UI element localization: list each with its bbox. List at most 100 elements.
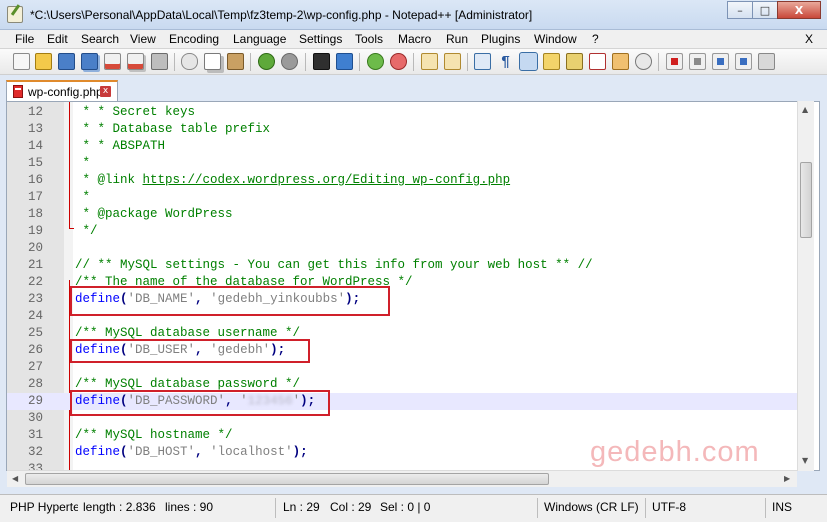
new-file-icon[interactable] (13, 53, 30, 70)
toolbar-separator (359, 53, 360, 71)
record-macro-icon[interactable] (666, 53, 683, 70)
redo-icon[interactable] (281, 53, 298, 70)
show-all-chars-icon[interactable]: ¶ (497, 53, 514, 70)
menu-settings[interactable]: Settings (299, 32, 342, 46)
line-number: 16 (27, 173, 43, 187)
save-all-icon[interactable] (81, 53, 98, 70)
copy-icon[interactable] (204, 53, 221, 70)
close-icon[interactable] (104, 53, 121, 70)
window-title: *C:\Users\Personal\AppData\Local\Temp\fz… (30, 8, 533, 22)
code-token: * @package WordPress (75, 207, 233, 221)
menu-file[interactable]: File (15, 32, 34, 46)
line-number: 30 (27, 411, 43, 425)
tab-wp-config[interactable]: wp-config.php x (6, 80, 118, 101)
code-text: define('DB_HOST', 'localhost'); (75, 444, 308, 461)
user-language-icon[interactable] (543, 53, 560, 70)
code-line[interactable]: 13 * * Database table prefix (7, 121, 797, 138)
stop-macro-icon[interactable] (689, 53, 706, 70)
maximize-button[interactable]: □ (752, 1, 778, 19)
sync-vertical-icon[interactable] (421, 53, 438, 70)
line-number: 18 (27, 207, 43, 221)
code-token: /** MySQL database username */ (75, 326, 301, 340)
monitoring-icon[interactable] (635, 53, 652, 70)
vertical-scroll-thumb[interactable] (800, 162, 812, 238)
code-line[interactable]: 18 * @package WordPress (7, 206, 797, 223)
code-text: /** MySQL hostname */ (75, 427, 233, 444)
php-file-icon (13, 85, 23, 98)
code-line[interactable]: 12 * * Secret keys (7, 104, 797, 121)
close-window-button[interactable]: X (777, 1, 821, 19)
zoom-in-icon[interactable] (367, 53, 384, 70)
scroll-right-icon[interactable]: ▶ (784, 474, 790, 483)
code-token: // ** MySQL settings - You can get this … (75, 258, 593, 272)
code-text: * (75, 189, 91, 206)
code-line[interactable]: 15 * (7, 155, 797, 172)
menu-bar: File Edit Search View Encoding Language … (0, 30, 827, 49)
code-line[interactable]: 14 * * ABSPATH (7, 138, 797, 155)
code-line[interactable]: 21 // ** MySQL settings - You can get thi… (7, 257, 797, 274)
code-token: * * ABSPATH (75, 139, 166, 153)
code-line[interactable]: 20 (7, 240, 797, 257)
line-number: 27 (27, 360, 43, 374)
menu-plugins[interactable]: Plugins (481, 32, 520, 46)
sync-horizontal-icon[interactable] (444, 53, 461, 70)
menu-run[interactable]: Run (446, 32, 468, 46)
tab-close-icon[interactable]: x (100, 86, 111, 97)
code-token: * (75, 190, 91, 204)
line-number: 28 (27, 377, 43, 391)
save-icon[interactable] (58, 53, 75, 70)
scroll-up-icon[interactable]: ▲ (802, 105, 808, 114)
doc-map-icon[interactable] (566, 53, 583, 70)
menu-macro[interactable]: Macro (398, 32, 431, 46)
code-token: https://codex.wordpress.org/Editing_wp-c… (142, 173, 511, 187)
status-separator (537, 498, 538, 518)
print-icon[interactable] (151, 53, 168, 70)
menu-edit[interactable]: Edit (47, 32, 68, 46)
code-token: ); (292, 445, 308, 459)
scroll-down-icon[interactable]: ▼ (802, 456, 808, 465)
save-macro-icon[interactable] (758, 53, 775, 70)
line-number: 12 (27, 105, 43, 119)
close-all-icon[interactable] (127, 53, 144, 70)
code-line[interactable]: 17 * (7, 189, 797, 206)
run-macro-multiple-icon[interactable] (735, 53, 752, 70)
word-wrap-icon[interactable] (474, 53, 491, 70)
title-bar: *C:\Users\Personal\AppData\Local\Temp\fz… (0, 0, 827, 30)
horizontal-scroll-thumb[interactable] (25, 473, 549, 485)
paste-icon[interactable] (227, 53, 244, 70)
menu-help[interactable]: ? (592, 32, 599, 46)
horizontal-scrollbar[interactable]: ◀ ▶ (7, 470, 797, 487)
undo-icon[interactable] (258, 53, 275, 70)
menu-view[interactable]: View (130, 32, 156, 46)
code-text: * * Secret keys (75, 104, 196, 121)
menu-search[interactable]: Search (81, 32, 119, 46)
scroll-left-icon[interactable]: ◀ (12, 474, 18, 483)
vertical-scrollbar[interactable]: ▲ ▼ (797, 101, 814, 471)
code-text: * * Database table prefix (75, 121, 271, 138)
replace-icon[interactable] (336, 53, 353, 70)
play-macro-icon[interactable] (712, 53, 729, 70)
code-editor[interactable]: 12 * * Secret keys 13 * * Database table … (6, 101, 820, 471)
menu-language[interactable]: Language (233, 32, 286, 46)
line-number: 25 (27, 326, 43, 340)
line-number: 21 (27, 258, 43, 272)
zoom-out-icon[interactable] (390, 53, 407, 70)
folder-as-workspace-icon[interactable] (612, 53, 629, 70)
close-document-button[interactable]: X (805, 32, 813, 46)
code-line[interactable]: 19 */ (7, 223, 797, 240)
find-icon[interactable] (313, 53, 330, 70)
cut-icon[interactable] (181, 53, 198, 70)
code-token: 'DB_HOST' (127, 445, 196, 459)
line-number: 26 (27, 343, 43, 357)
code-token: * * Database table prefix (75, 122, 271, 136)
menu-window[interactable]: Window (534, 32, 577, 46)
open-file-icon[interactable] (35, 53, 52, 70)
menu-tools[interactable]: Tools (355, 32, 383, 46)
indent-guide-icon[interactable] (519, 52, 538, 71)
menu-encoding[interactable]: Encoding (169, 32, 219, 46)
code-line[interactable]: 16 * @link https://codex.wordpress.org/E… (7, 172, 797, 189)
code-token: , (195, 445, 211, 459)
function-list-icon[interactable] (589, 53, 606, 70)
line-number: 31 (27, 428, 43, 442)
minimize-button[interactable]: – (727, 1, 753, 19)
